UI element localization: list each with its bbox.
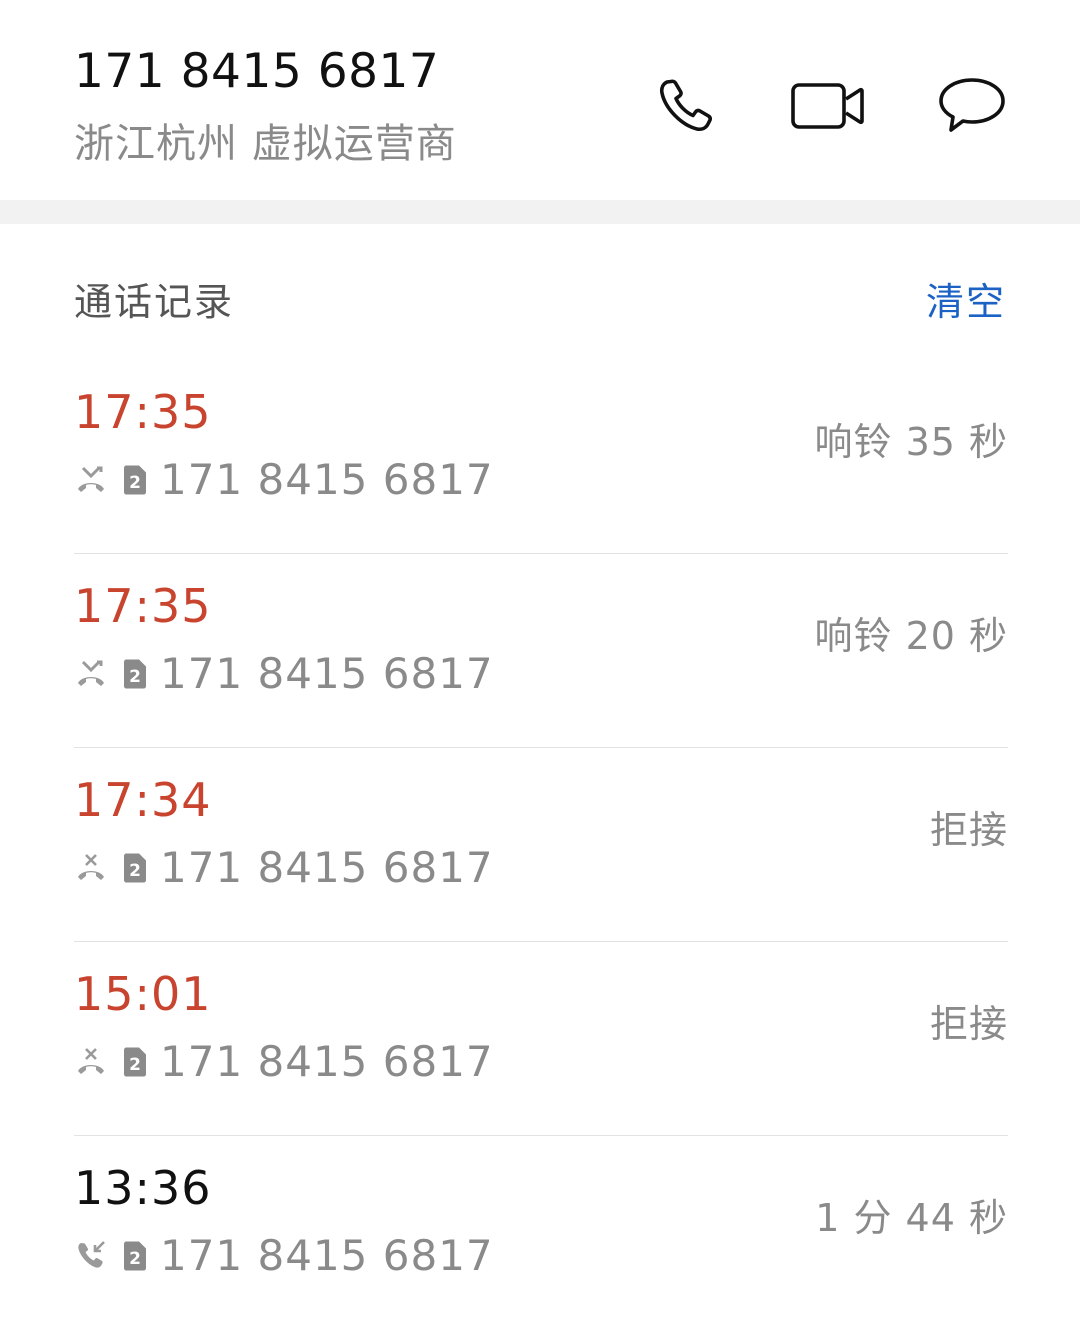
message-button[interactable] — [932, 66, 1012, 146]
call-details: 2 171 8415 6817 — [74, 1228, 494, 1284]
call-record[interactable]: 17:35 2 171 8415 6817 响铃 35 秒 — [74, 360, 1008, 554]
video-camera-icon — [791, 83, 864, 129]
sim-number: 2 — [129, 473, 141, 493]
clear-log-button[interactable]: 清空 — [926, 276, 1006, 328]
chat-bubble-icon — [939, 78, 1005, 132]
call-time: 15:01 — [74, 967, 212, 1021]
call-record[interactable]: 13:36 2 171 8415 6817 1 分 44 秒 — [74, 1136, 1008, 1329]
contact-phone-number: 171 8415 6817 — [74, 44, 440, 99]
sim-card-icon: 2 — [124, 659, 146, 689]
call-number: 171 8415 6817 — [160, 1037, 494, 1086]
call-details: 2 171 8415 6817 — [74, 1034, 494, 1090]
call-details: 2 171 8415 6817 — [74, 452, 494, 508]
call-log-title: 通话记录 — [74, 280, 235, 324]
call-status: 1 分 44 秒 — [815, 1196, 1008, 1240]
contact-location: 浙江杭州 虚拟运营商 — [74, 121, 457, 167]
rejected-call-icon — [78, 854, 104, 880]
call-status: 响铃 20 秒 — [814, 614, 1008, 658]
rejected-call-icon — [78, 1048, 104, 1074]
call-status: 拒接 — [929, 808, 1008, 852]
call-number: 171 8415 6817 — [160, 843, 494, 892]
contact-header: 171 8415 6817 浙江杭州 虚拟运营商 — [0, 0, 1080, 200]
phone-icon — [659, 79, 712, 132]
sim-number: 2 — [129, 1249, 141, 1269]
sim-number: 2 — [129, 667, 141, 687]
missed-call-icon — [78, 660, 104, 686]
video-call-button[interactable] — [788, 66, 868, 146]
call-status: 响铃 35 秒 — [814, 420, 1008, 464]
sim-card-icon: 2 — [124, 1241, 146, 1271]
call-record[interactable]: 17:34 2 171 8415 6817 拒接 — [74, 748, 1008, 942]
incoming-call-icon — [78, 1241, 105, 1268]
call-time: 13:36 — [74, 1161, 212, 1215]
call-number: 171 8415 6817 — [160, 649, 494, 698]
sim-number: 2 — [129, 1055, 141, 1075]
call-status: 拒接 — [929, 1002, 1008, 1046]
call-time: 17:35 — [74, 579, 212, 633]
call-number: 171 8415 6817 — [160, 1231, 494, 1280]
call-time: 17:34 — [74, 773, 212, 827]
call-record[interactable]: 17:35 2 171 8415 6817 响铃 20 秒 — [74, 554, 1008, 748]
call-log-list: 17:35 2 171 8415 6817 响铃 35 秒 17:35 2 17… — [74, 360, 1008, 1329]
sim-card-icon: 2 — [124, 853, 146, 883]
sim-number: 2 — [129, 861, 141, 881]
sim-card-icon: 2 — [124, 465, 146, 495]
call-button[interactable] — [645, 66, 725, 146]
missed-call-icon — [78, 466, 104, 492]
call-number: 171 8415 6817 — [160, 455, 494, 504]
call-record[interactable]: 15:01 2 171 8415 6817 拒接 — [74, 942, 1008, 1136]
call-details: 2 171 8415 6817 — [74, 646, 494, 702]
sim-card-icon: 2 — [124, 1047, 146, 1077]
section-divider — [0, 200, 1080, 224]
call-details: 2 171 8415 6817 — [74, 840, 494, 896]
call-time: 17:35 — [74, 385, 212, 439]
